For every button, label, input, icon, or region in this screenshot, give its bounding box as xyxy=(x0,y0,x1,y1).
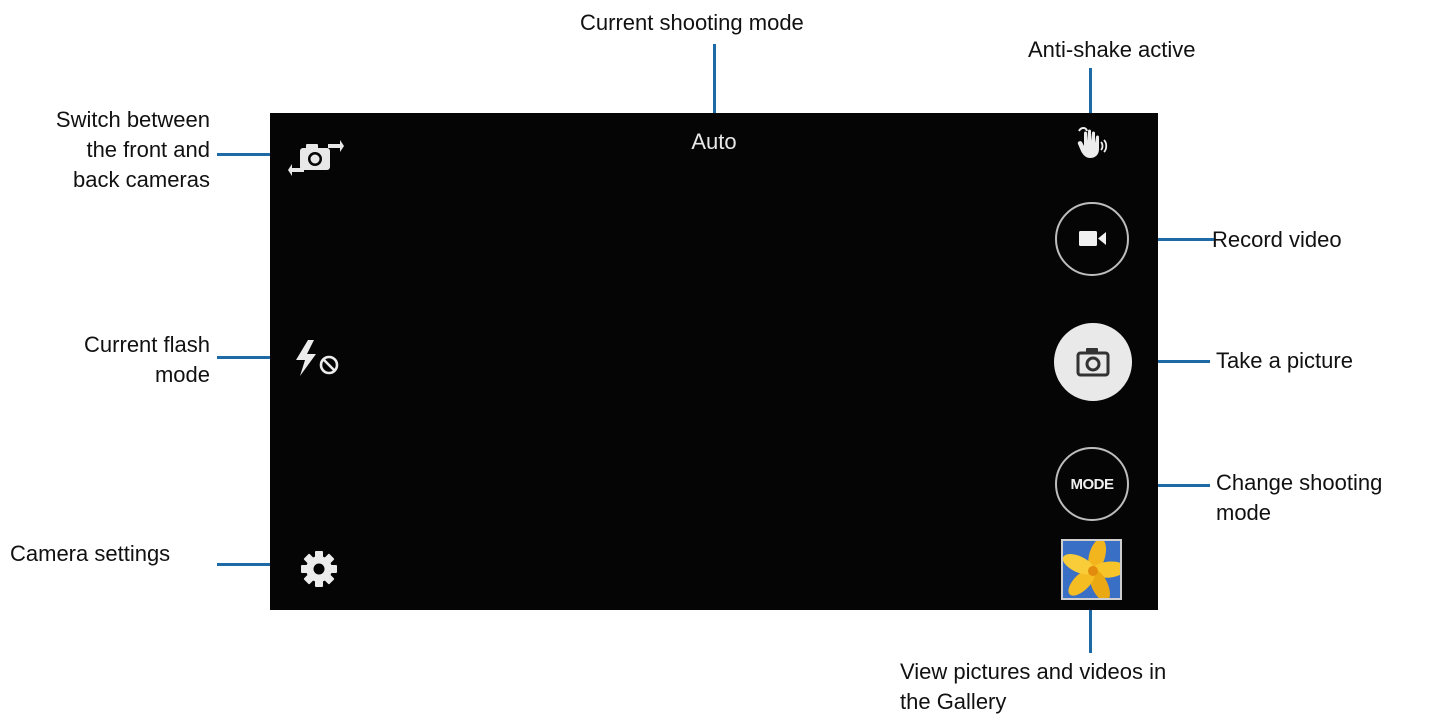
leader-line-shooting-mode xyxy=(713,44,716,114)
record-video-button[interactable] xyxy=(1055,202,1129,276)
leader-line-anti-shake xyxy=(1089,68,1092,118)
callout-current-shooting-mode: Current shooting mode xyxy=(580,10,804,35)
anti-shake-hand-icon xyxy=(1075,125,1109,161)
callout-gallery-line2: the Gallery xyxy=(900,689,1007,714)
callout-gallery: View pictures and videos in the Gallery xyxy=(900,657,1166,717)
callout-anti-shake: Anti-shake active xyxy=(1028,37,1196,62)
mode-button-label: MODE xyxy=(1070,475,1115,493)
mode-button[interactable]: MODE xyxy=(1055,447,1129,521)
camera-viewfinder[interactable]: Auto MODE xyxy=(270,113,1158,610)
callout-gallery-line1: View pictures and videos in xyxy=(900,659,1167,684)
video-camera-icon xyxy=(1079,231,1106,246)
camera-icon xyxy=(1076,348,1110,377)
take-picture-button[interactable] xyxy=(1054,323,1132,401)
callout-change-mode-line1: Change shooting xyxy=(1216,470,1383,495)
gallery-flower-image xyxy=(1063,541,1120,598)
callout-switch-cameras-line3: back cameras xyxy=(73,167,210,192)
callout-switch-cameras: Switch between the front and back camera… xyxy=(0,105,210,195)
callout-switch-cameras-line1: Switch between xyxy=(55,107,210,132)
callout-current-flash-line1: Current flash xyxy=(84,332,210,357)
gear-icon[interactable] xyxy=(299,549,339,589)
callout-camera-settings: Camera settings xyxy=(10,541,171,566)
callout-take-picture: Take a picture xyxy=(1216,348,1353,373)
callout-current-flash: Current flash mode xyxy=(0,330,210,390)
switch-camera-icon[interactable] xyxy=(288,137,344,179)
callout-record-video: Record video xyxy=(1212,227,1342,252)
current-shooting-mode: Auto xyxy=(691,129,737,154)
callout-switch-cameras-line2: the front and xyxy=(86,137,210,162)
callout-change-mode-line2: mode xyxy=(1216,500,1272,525)
flash-off-icon[interactable] xyxy=(294,338,344,378)
callout-change-mode: Change shooting mode xyxy=(1216,468,1382,528)
gallery-thumbnail[interactable] xyxy=(1061,539,1122,600)
callout-current-flash-line2: mode xyxy=(154,362,210,387)
